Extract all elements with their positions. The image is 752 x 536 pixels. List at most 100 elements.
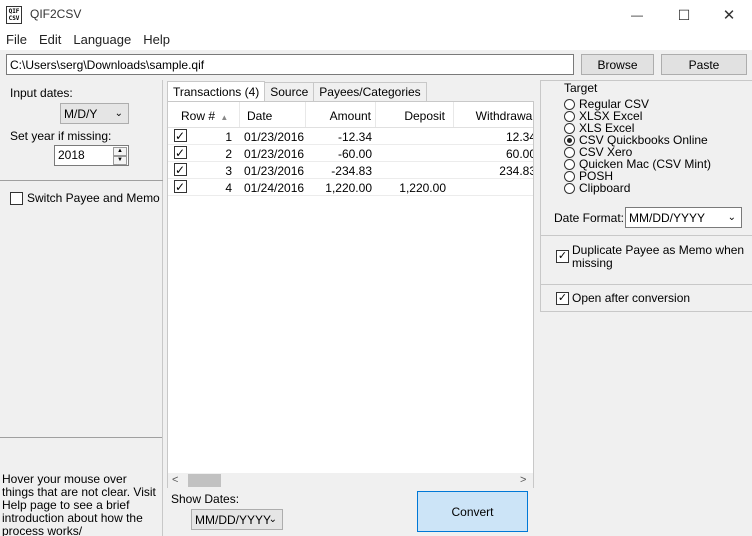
input-dates-select[interactable]: M/D/Y ⌄ (60, 103, 129, 124)
open-after-conversion-label: Open after conversion (572, 291, 691, 305)
duplicate-payee-checkbox[interactable]: ✓ Duplicate Payee as Memo when missing (556, 244, 746, 270)
hint-text: Hover your mouse over things that are no… (2, 472, 156, 536)
year-value: 2018 (58, 148, 85, 162)
date-format-value: MM/DD/YYYY (629, 210, 706, 225)
radio-label: Clipboard (579, 181, 631, 195)
horizontal-scrollbar[interactable] (168, 473, 533, 488)
menu-bar: File Edit Language Help (0, 30, 752, 50)
checkbox-box (10, 191, 23, 205)
app-icon: QIF CSV (6, 6, 22, 24)
date-format-label: Date Format: (554, 211, 625, 225)
row-checkbox[interactable]: ✓ (168, 128, 192, 144)
radio-icon (564, 146, 575, 158)
input-dates-label: Input dates: (10, 86, 73, 100)
transactions-table: Row # ▲ Date Amount Deposit Withdrawal ✓… (167, 101, 534, 488)
tab-payees-categories[interactable]: Payees/Categories (313, 82, 427, 102)
paste-button[interactable]: Paste (661, 54, 747, 75)
convert-button[interactable]: Convert (417, 491, 528, 532)
header-date[interactable]: Date (240, 102, 306, 127)
menu-help[interactable]: Help (137, 30, 176, 50)
year-label: Set year if missing: (10, 129, 112, 143)
close-button[interactable]: ✕ (706, 0, 752, 30)
cell-withdrawal: 12.34 (505, 130, 534, 144)
scrollbar-thumb[interactable] (188, 474, 221, 487)
scroll-right-icon[interactable]: > (520, 474, 526, 486)
menu-edit[interactable]: Edit (33, 30, 67, 50)
app-icon-text: QIF CSV (8, 8, 20, 22)
year-spinner[interactable]: 2018 ▲ ▼ (54, 145, 129, 166)
minimize-button[interactable]: — (614, 0, 660, 30)
cell-row-number: 2 (225, 147, 232, 161)
cell-row-number: 3 (225, 164, 232, 178)
header-withdrawal[interactable]: Withdrawal (454, 102, 533, 127)
check-icon: ✓ (556, 250, 569, 263)
duplicate-payee-label: Duplicate Payee as Memo when missing (572, 243, 745, 270)
switch-payee-memo-label: Switch Payee and Memo (27, 191, 160, 205)
table-row[interactable]: ✓ 3 01/23/2016 -234.83 234.83 (168, 162, 534, 179)
table-row[interactable]: ✓ 2 01/23/2016 -60.00 60.00 (168, 145, 534, 162)
cell-withdrawal: 60.00 (505, 147, 534, 161)
cell-row-number: 1 (225, 130, 232, 144)
divider (540, 235, 752, 236)
header-amount[interactable]: Amount (306, 102, 376, 127)
header-row-number-label: Row # (181, 109, 216, 123)
maximize-icon: ☐ (677, 6, 691, 23)
divider (0, 437, 162, 438)
radio-icon (564, 182, 575, 194)
input-dates-value: M/D/Y (64, 106, 98, 121)
radio-selected-icon (564, 134, 575, 146)
maximize-button[interactable]: ☐ (661, 0, 707, 30)
show-dates-value: MM/DD/YYYY (195, 512, 272, 527)
cell-date: 01/23/2016 (244, 130, 305, 144)
cell-amount: 1,220.00 (325, 181, 372, 195)
cell-amount: -12.34 (337, 130, 372, 144)
chevron-down-icon: ⌄ (268, 514, 277, 525)
check-icon: ✓ (173, 129, 187, 143)
check-icon: ✓ (556, 291, 569, 305)
cell-row-number: 4 (225, 181, 232, 195)
check-icon: ✓ (173, 146, 187, 160)
show-dates-select[interactable]: MM/DD/YYYY ⌄ (191, 509, 283, 530)
spin-up-icon[interactable]: ▲ (113, 147, 127, 156)
check-icon: ✓ (173, 180, 187, 194)
cell-amount: -60.00 (337, 147, 372, 161)
window-title: QIF2CSV (30, 7, 82, 21)
switch-payee-memo-checkbox[interactable]: Switch Payee and Memo (10, 191, 160, 205)
table-header: Row # ▲ Date Amount Deposit Withdrawal (168, 102, 533, 128)
cell-date: 01/23/2016 (244, 164, 305, 178)
cell-deposit (376, 145, 454, 161)
tab-transactions[interactable]: Transactions (4) (167, 81, 266, 102)
sort-up-icon: ▲ (220, 113, 229, 122)
radio-icon (564, 158, 575, 170)
date-format-select[interactable]: MM/DD/YYYY ⌄ (625, 207, 742, 228)
cell-deposit (376, 162, 454, 178)
divider (0, 180, 163, 181)
close-icon: ✕ (722, 7, 736, 24)
radio-icon (564, 110, 575, 122)
cell-amount: -234.83 (331, 164, 372, 178)
menu-file[interactable]: File (0, 30, 33, 50)
header-row-number[interactable]: Row # ▲ (168, 102, 240, 127)
tab-source[interactable]: Source (264, 82, 315, 102)
menu-language[interactable]: Language (67, 30, 137, 50)
open-after-conversion-checkbox[interactable]: ✓ Open after conversion (556, 291, 690, 305)
radio-icon (564, 170, 575, 182)
radio-clipboard[interactable]: Clipboard (564, 181, 630, 195)
spin-down-icon[interactable]: ▼ (113, 156, 127, 165)
minimize-icon: — (631, 8, 643, 22)
row-checkbox[interactable]: ✓ (168, 145, 192, 161)
radio-icon (564, 98, 575, 110)
cell-withdrawal: 234.83 (499, 164, 534, 178)
radio-icon (564, 122, 575, 134)
table-row[interactable]: ✓ 1 01/23/2016 -12.34 12.34 (168, 128, 534, 145)
header-deposit[interactable]: Deposit (376, 102, 454, 127)
row-checkbox[interactable]: ✓ (168, 179, 192, 195)
table-row[interactable]: ✓ 4 01/24/2016 1,220.00 1,220.00 (168, 179, 533, 196)
file-path-input[interactable]: C:\Users\serg\Downloads\sample.qif (6, 54, 574, 75)
divider (540, 284, 752, 285)
target-label: Target (564, 81, 598, 95)
cell-withdrawal (454, 179, 533, 195)
row-checkbox[interactable]: ✓ (168, 162, 192, 178)
scroll-left-icon[interactable]: < (172, 474, 178, 486)
browse-button[interactable]: Browse (581, 54, 654, 75)
